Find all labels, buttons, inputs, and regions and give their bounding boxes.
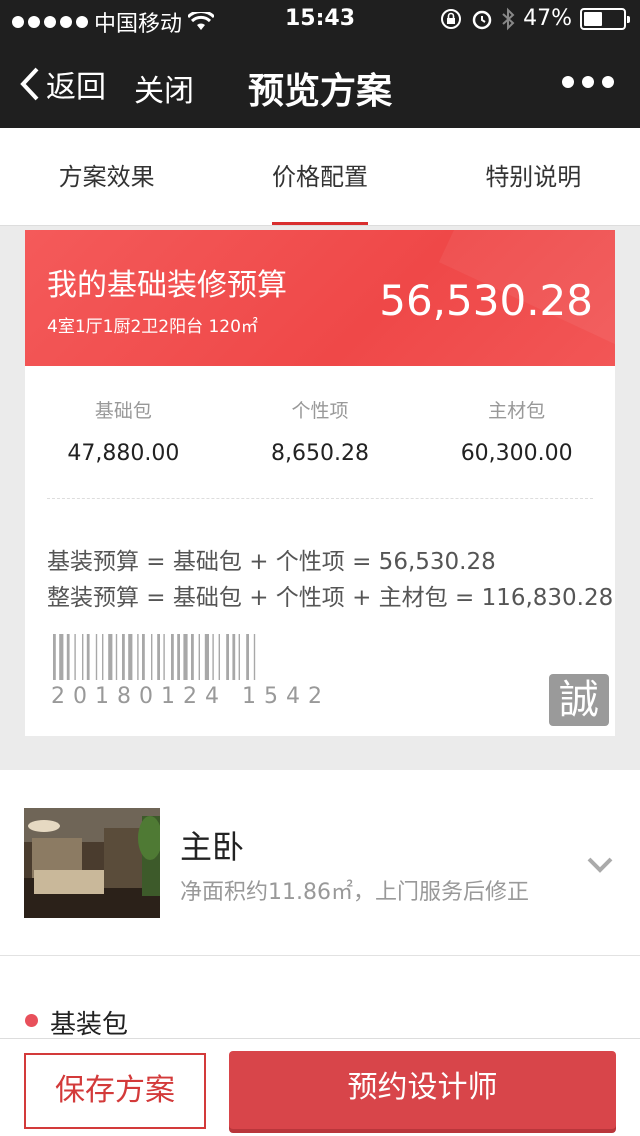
bullet-dot [25,1014,38,1027]
formula-basic: 基装预算 = 基础包 + 个性项 = 56,530.28 [47,549,496,575]
bottom-bar: 保存方案 预约设计师 [0,1038,640,1136]
chevron-left-icon [20,67,39,101]
column-value: 47,880.00 [67,441,180,466]
column-value: 8,650.28 [271,441,369,466]
budget-title: 我的基础装修预算 [47,268,287,303]
more-icon[interactable] [562,76,614,88]
save-plan-button[interactable]: 保存方案 [24,1053,206,1129]
budget-header: 我的基础装修预算 4室1厅1厨2卫2阳台 120㎡ 56,530.28 [25,230,615,366]
formula-full: 整装预算 = 基础包 + 个性项 + 主材包 = 116,830.28 [47,585,614,611]
room-thumbnail [24,808,160,918]
package-section: 基装包 [0,956,640,1040]
budget-detail: 基础包 47,880.00 个性项 8,650.28 主材包 60,300.00… [25,366,615,736]
seal-stamp: 誠 [549,674,609,726]
room-title: 主卧 [180,828,245,866]
ticket-edge [25,726,615,736]
tab-notes[interactable]: 特别说明 [427,128,640,225]
room-row[interactable]: 主卧 净面积约11.86㎡，上门服务后修正 [0,770,640,956]
battery-percent: 47% [523,6,572,31]
column-label: 个性项 [291,400,349,422]
tab-price[interactable]: 价格配置 [213,128,426,225]
tab-bar: 方案效果 价格配置 特别说明 [0,128,640,226]
alarm-icon [472,10,492,29]
chevron-down-icon[interactable] [586,856,614,874]
budget-amount: 56,530.28 [379,276,593,325]
back-label: 返回 [46,70,106,105]
barcode-icon [53,634,256,680]
battery-icon [580,7,630,30]
column-label: 主材包 [488,400,546,422]
book-designer-button[interactable]: 预约设计师 [229,1051,616,1129]
budget-column: 主材包 60,300.00 [418,396,615,466]
back-button[interactable]: 返回 [20,62,106,106]
budget-columns: 基础包 47,880.00 个性项 8,650.28 主材包 60,300.00 [25,396,615,466]
room-area: 净面积约11.86㎡，上门服务后修正 [180,880,529,905]
close-button[interactable]: 关闭 [134,66,194,110]
budget-column: 个性项 8,650.28 [222,396,419,466]
budget-section: 我的基础装修预算 4室1厅1厨2卫2阳台 120㎡ 56,530.28 基础包 … [0,226,640,770]
battery-fill [584,11,602,26]
status-right: 47% [439,6,630,31]
divider [47,498,593,499]
nav-bar: 返回 关闭 预览方案 [0,40,640,128]
rotation-lock-icon [441,8,462,29]
budget-column: 基础包 47,880.00 [25,396,222,466]
tab-effect[interactable]: 方案效果 [0,128,213,225]
bluetooth-icon [502,7,515,30]
package-label: 基装包 [50,1010,129,1040]
barcode-number: 20180124 1542 [51,684,330,709]
column-value: 60,300.00 [460,441,573,466]
column-label: 基础包 [94,400,152,422]
budget-layout: 4室1厅1厨2卫2阳台 120㎡ [47,317,258,337]
status-bar: 中国移动 15:43 47% [0,0,640,40]
